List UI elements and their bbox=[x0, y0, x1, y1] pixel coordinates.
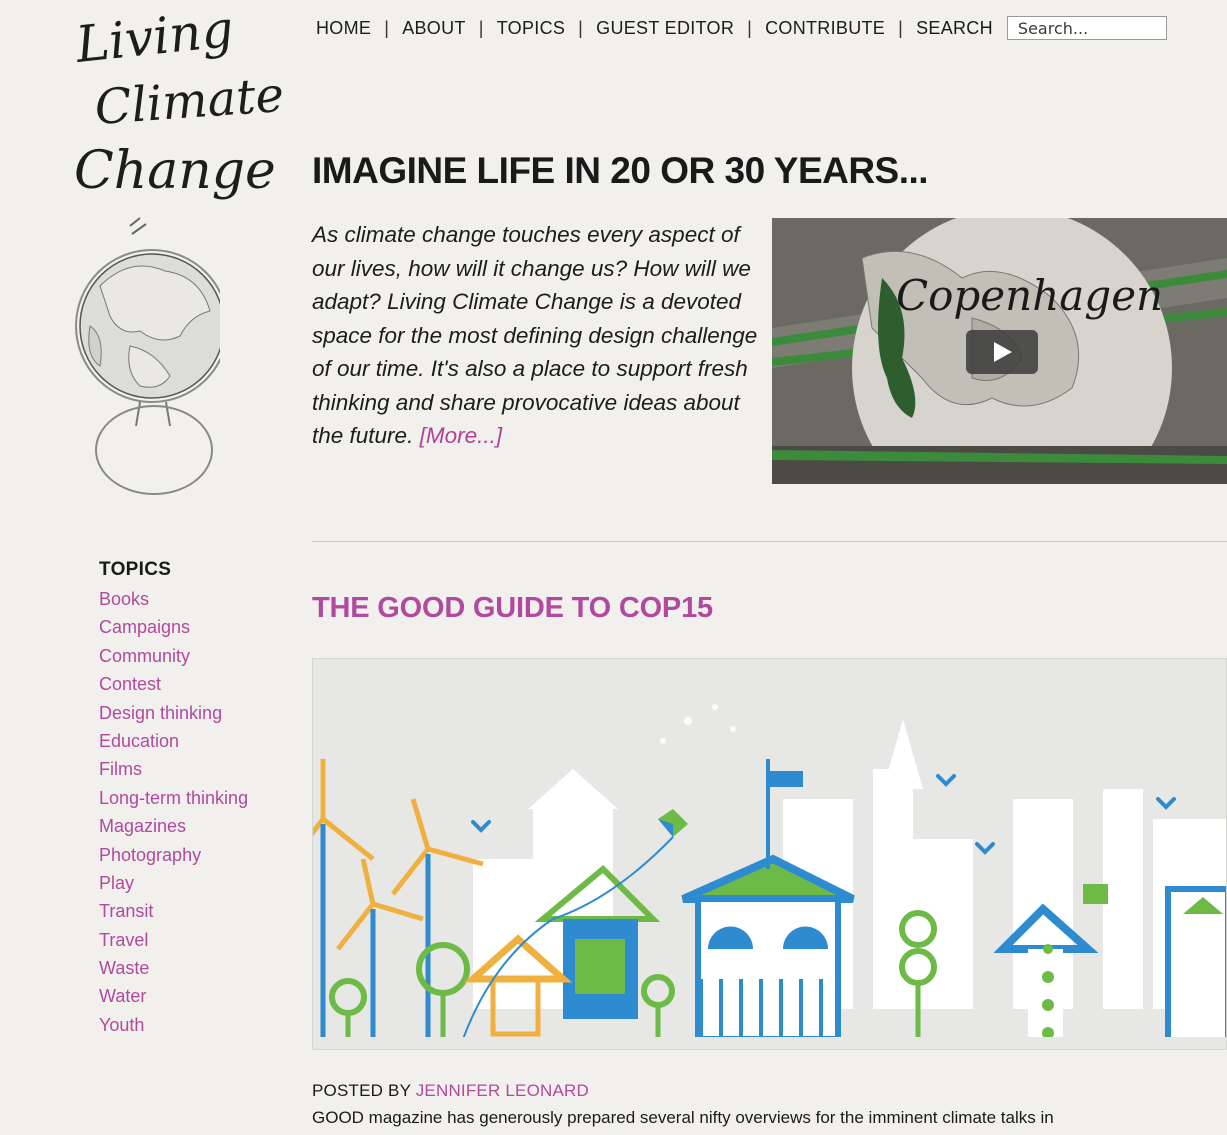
posted-by-label: POSTED BY bbox=[312, 1081, 411, 1100]
topic-item: Photography bbox=[99, 841, 248, 869]
logo-line-1: Living bbox=[72, 4, 236, 74]
topic-link-play[interactable]: Play bbox=[99, 873, 134, 893]
topic-link-contest[interactable]: Contest bbox=[99, 674, 161, 694]
topic-link-travel[interactable]: Travel bbox=[99, 930, 148, 950]
topic-item: Long-term thinking bbox=[99, 784, 248, 812]
nav-separator: | bbox=[898, 17, 904, 38]
topic-item: Travel bbox=[99, 926, 248, 954]
nav-separator: | bbox=[384, 17, 390, 38]
nav-about[interactable]: ABOUT bbox=[402, 18, 466, 39]
topic-item: Books bbox=[99, 585, 248, 613]
topic-item: Transit bbox=[99, 897, 248, 925]
topic-link-education[interactable]: Education bbox=[99, 731, 179, 751]
nav-separator: | bbox=[578, 17, 584, 38]
topic-link-waste[interactable]: Waste bbox=[99, 958, 149, 978]
nav-contribute[interactable]: CONTRIBUTE bbox=[765, 18, 885, 39]
topic-link-photography[interactable]: Photography bbox=[99, 845, 201, 865]
post-title[interactable]: THE GOOD GUIDE TO COP15 bbox=[312, 592, 713, 625]
topic-link-community[interactable]: Community bbox=[99, 646, 190, 666]
nav-guest-editor[interactable]: GUEST EDITOR bbox=[596, 18, 734, 39]
topic-item: Education bbox=[99, 727, 248, 755]
play-button-icon[interactable] bbox=[966, 330, 1038, 374]
topic-link-design-thinking[interactable]: Design thinking bbox=[99, 703, 222, 723]
topic-link-books[interactable]: Books bbox=[99, 589, 149, 609]
logo-line-2: Climate bbox=[93, 67, 286, 136]
video-caption: Copenhagen bbox=[896, 271, 1163, 320]
topic-item: Campaigns bbox=[99, 613, 248, 641]
topic-item: Magazines bbox=[99, 812, 248, 840]
post-illustration[interactable] bbox=[312, 658, 1227, 1050]
section-divider bbox=[312, 541, 1227, 542]
nav-topics[interactable]: TOPICS bbox=[497, 18, 565, 39]
search-label: SEARCH bbox=[916, 17, 993, 38]
topic-item: Youth bbox=[99, 1011, 248, 1039]
topics-heading: TOPICS bbox=[99, 559, 172, 580]
topics-sidebar: TOPICS Books Campaigns Community Contest… bbox=[99, 559, 248, 1039]
globe-illustration bbox=[70, 216, 229, 496]
video-player[interactable]: Copenhagen bbox=[772, 218, 1227, 484]
topic-item: Waste bbox=[99, 954, 248, 982]
hero-title: IMAGINE LIFE IN 20 OR 30 YEARS... bbox=[312, 150, 929, 191]
author-link[interactable]: JENNIFER LEONARD bbox=[416, 1081, 589, 1100]
nav-separator: | bbox=[478, 17, 484, 38]
topic-link-water[interactable]: Water bbox=[99, 986, 146, 1006]
topic-item: Play bbox=[99, 869, 248, 897]
topic-link-youth[interactable]: Youth bbox=[99, 1015, 144, 1035]
topics-list: Books Campaigns Community Contest Design… bbox=[99, 585, 248, 1039]
topic-item: Contest bbox=[99, 670, 248, 698]
topic-item: Design thinking bbox=[99, 699, 248, 727]
search-input[interactable] bbox=[1006, 16, 1167, 40]
main-nav: HOME | ABOUT | TOPICS | GUEST EDITOR | C… bbox=[316, 14, 1167, 42]
nav-home[interactable]: HOME bbox=[316, 18, 371, 39]
topic-item: Water bbox=[99, 982, 248, 1010]
nav-separator: | bbox=[747, 17, 753, 38]
post-excerpt: GOOD magazine has generously prepared se… bbox=[312, 1108, 1054, 1127]
hero-intro-text: As climate change touches every aspect o… bbox=[312, 222, 758, 448]
topic-link-films[interactable]: Films bbox=[99, 759, 142, 779]
topic-item: Community bbox=[99, 642, 248, 670]
topic-link-campaigns[interactable]: Campaigns bbox=[99, 617, 190, 637]
topic-link-magazines[interactable]: Magazines bbox=[99, 816, 186, 836]
topic-link-long-term-thinking[interactable]: Long-term thinking bbox=[99, 788, 248, 808]
more-link[interactable]: [More...] bbox=[420, 423, 503, 448]
topic-link-transit[interactable]: Transit bbox=[99, 901, 153, 921]
topic-item: Films bbox=[99, 755, 248, 783]
logo-line-3: Change bbox=[74, 141, 276, 201]
site-logo[interactable]: Living Climate Change bbox=[68, 0, 318, 204]
hero-intro: As climate change touches every aspect o… bbox=[312, 218, 767, 453]
post-byline: POSTED BY JENNIFER LEONARD bbox=[312, 1081, 589, 1101]
